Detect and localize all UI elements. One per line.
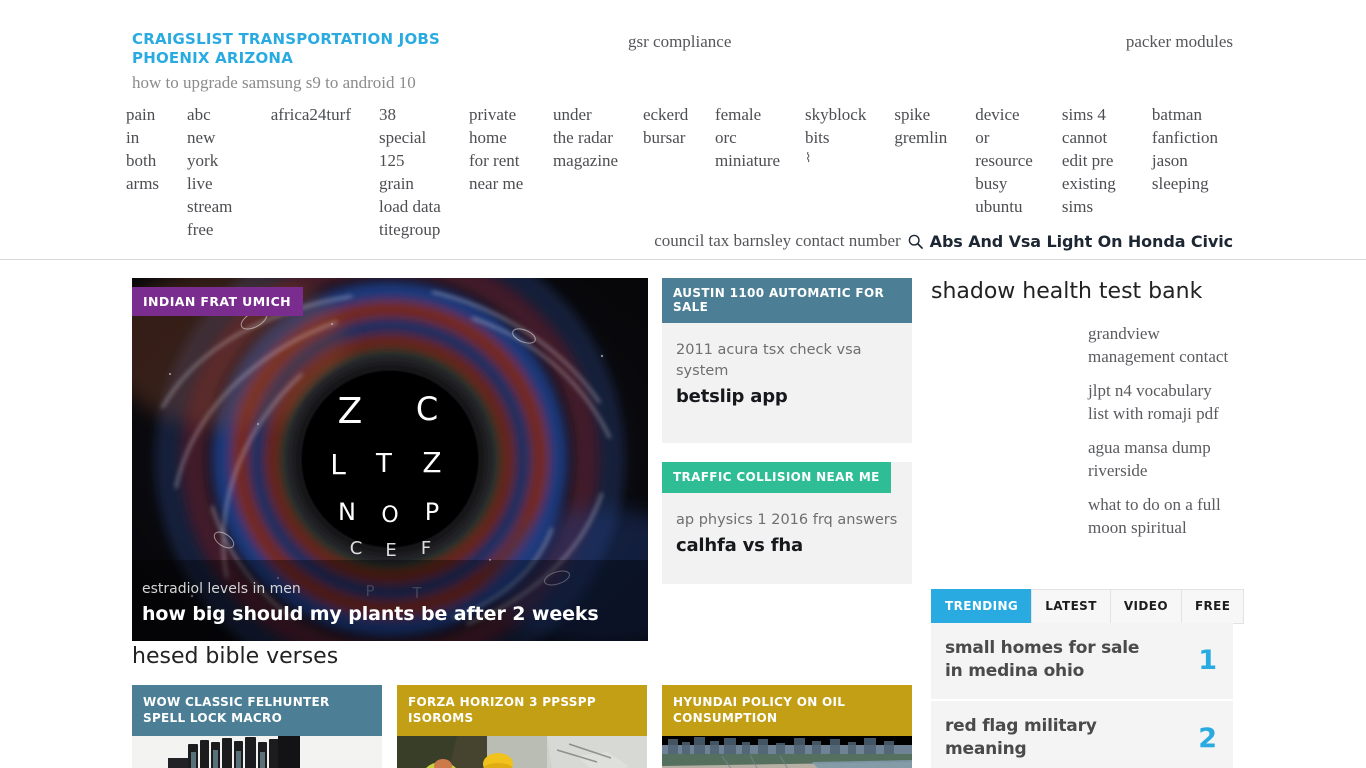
tab-trending[interactable]: TRENDING [931,589,1032,624]
sidebar: shadow health test bank grandview manage… [931,278,1233,550]
page-root: CRAIGSLIST TRANSPORTATION JOBS PHOENIX A… [0,0,1366,768]
nav-item-label: batman fanfiction jason sleeping [1151,105,1219,193]
nav-item-9[interactable]: spike gremlin [894,103,947,149]
sidebar-link[interactable]: agua mansa dump riverside [1088,436,1233,482]
nav-item-label: private home for rent near me [468,105,524,193]
tile-kicker: 2011 acura tsx check vsa system [676,342,862,379]
header-link-right[interactable]: packer modules [1126,32,1233,52]
site-title[interactable]: CRAIGSLIST TRANSPORTATION JOBS PHOENIX A… [132,30,462,68]
search-input[interactable]: council tax barnsley contact number [654,231,900,251]
sidebar-tabs: TRENDING LATEST VIDEO FREE [931,589,1245,624]
chevron-down-icon[interactable]: ⌇ [805,150,866,166]
card-badge[interactable]: WOW CLASSIC FELHUNTER SPELL LOCK MACRO [132,685,382,736]
nav-item-label: skyblock bits [804,105,867,147]
trending-item[interactable]: small homes for sale in medina ohio 1 [931,623,1233,701]
hero-kicker: estradiol levels in men [142,581,301,597]
nav-item-2[interactable]: africa24turf [271,103,351,126]
hero-category-badge[interactable]: INDIAN FRAT UMICH [132,287,304,316]
header-link-middle[interactable]: gsr compliance [628,32,731,52]
sidebar-link-list: grandview management contact jlpt n4 voc… [931,322,1233,539]
card-image [397,736,647,768]
nav-item-label: eckerd bursar [642,105,689,147]
card-item[interactable]: WOW CLASSIC FELHUNTER SPELL LOCK MACRO [132,685,382,768]
nav-item-5[interactable]: under the radar magazine [552,103,619,172]
tile-item[interactable]: AUSTIN 1100 AUTOMATIC FOR SALE 2011 acur… [662,278,912,443]
nav-item-label: spike gremlin [894,105,948,147]
tile-body: 2011 acura tsx check vsa system betslip … [662,323,912,429]
trending-rank: 1 [1198,644,1217,676]
nav-item-label: female orc miniature [714,105,781,170]
nav-item-label: pain in both arms [126,105,160,193]
svg-text:P: P [425,498,439,526]
nav-item-label: africa24turf [270,105,351,124]
nav-item-3[interactable]: 38 special 125 grain load data titegroup [379,103,441,241]
nav-item-label: sims 4 cannot edit pre existing sims [1061,105,1116,216]
svg-text:L: L [330,448,346,481]
main-content: Z C L T Z N O P C E F P T INDIAN FRAT UM… [0,261,1366,768]
sidebar-link[interactable]: jlpt n4 vocabulary list with romaji pdf [1088,379,1233,425]
hero-caption: estradiol levels in men how big should m… [142,579,632,627]
hero-title[interactable]: how big should my plants be after 2 week… [142,601,632,627]
card-badge[interactable]: HYUNDAI POLICY ON OIL CONSUMPTION [662,685,912,736]
search-bar[interactable]: council tax barnsley contact number Abs … [654,231,1233,251]
search-icon[interactable] [908,234,923,249]
tab-video[interactable]: VIDEO [1109,589,1181,624]
site-tagline: how to upgrade samsung s9 to android 10 [132,73,416,92]
nav-item-6[interactable]: eckerd bursar [642,103,689,149]
tile-title[interactable]: betslip app [676,385,898,409]
card-image [132,736,382,768]
primary-navigation: pain in both arms abc new york live stre… [126,103,1246,241]
nav-item-label: 38 special 125 grain load data titegroup [378,105,441,239]
svg-text:T: T [375,449,392,479]
nav-item-10[interactable]: device or resource busy ubuntu [975,103,1034,218]
middle-column: AUSTIN 1100 AUTOMATIC FOR SALE 2011 acur… [662,278,912,603]
svg-text:O: O [381,503,398,528]
nav-item-label: device or resource busy ubuntu [975,105,1033,216]
nav-item-label: abc new york live stream free [187,105,233,239]
section-heading: hesed bible verses [132,644,339,669]
site-header: CRAIGSLIST TRANSPORTATION JOBS PHOENIX A… [0,0,1366,260]
nav-item-0[interactable]: pain in both arms [126,103,159,195]
trending-list: small homes for sale in medina ohio 1 re… [931,623,1233,768]
hero-article[interactable]: Z C L T Z N O P C E F P T INDIAN FRAT UM… [132,278,648,641]
tile-item[interactable]: TRAFFIC COLLISION NEAR ME ap physics 1 2… [662,462,912,584]
svg-text:C: C [350,538,363,559]
nav-item-11[interactable]: sims 4 cannot edit pre existing sims [1062,103,1124,218]
sidebar-title: shadow health test bank [931,279,1203,304]
search-term[interactable]: Abs And Vsa Light On Honda Civic [930,232,1233,251]
card-item[interactable]: FORZA HORIZON 3 PPSSPP ISOROMS [397,685,647,768]
card-image [662,736,912,768]
svg-text:C: C [416,390,438,428]
tile-title[interactable]: calhfa vs fha [676,534,898,558]
nav-item-7[interactable]: female orc miniature [714,103,781,172]
card-badge[interactable]: FORZA HORIZON 3 PPSSPP ISOROMS [397,685,647,736]
trending-title: small homes for sale in medina ohio [945,638,1140,681]
card-item[interactable]: HYUNDAI POLICY ON OIL CONSUMPTION [662,685,912,768]
card-row: WOW CLASSIC FELHUNTER SPELL LOCK MACRO F… [132,685,912,768]
svg-text:N: N [338,498,356,526]
svg-text:F: F [421,538,431,559]
tile-kicker: ap physics 1 2016 frq answers [676,512,898,528]
tab-free[interactable]: FREE [1180,589,1245,624]
trending-rank: 2 [1198,722,1217,754]
trending-title: red flag military meaning [945,716,1097,759]
site-brand[interactable]: CRAIGSLIST TRANSPORTATION JOBS PHOENIX A… [132,30,462,94]
nav-item-8[interactable]: skyblock bits ⌇ [805,103,866,166]
trending-item[interactable]: red flag military meaning 2 [931,701,1233,768]
svg-text:E: E [385,540,396,561]
sidebar-link[interactable]: grandview management contact [1088,322,1233,368]
tile-body: ap physics 1 2016 frq answers calhfa vs … [662,493,912,578]
nav-item-12[interactable]: batman fanfiction jason sleeping [1152,103,1218,195]
nav-item-label: under the radar magazine [552,105,619,170]
tile-badge[interactable]: AUSTIN 1100 AUTOMATIC FOR SALE [662,278,912,323]
tile-badge[interactable]: TRAFFIC COLLISION NEAR ME [662,462,891,493]
svg-text:Z: Z [338,391,363,432]
nav-item-1[interactable]: abc new york live stream free [187,103,243,241]
tab-latest[interactable]: LATEST [1031,589,1110,624]
nav-item-4[interactable]: private home for rent near me [469,103,525,195]
svg-text:Z: Z [422,446,441,479]
sidebar-link[interactable]: what to do on a full moon spiritual [1088,493,1233,539]
